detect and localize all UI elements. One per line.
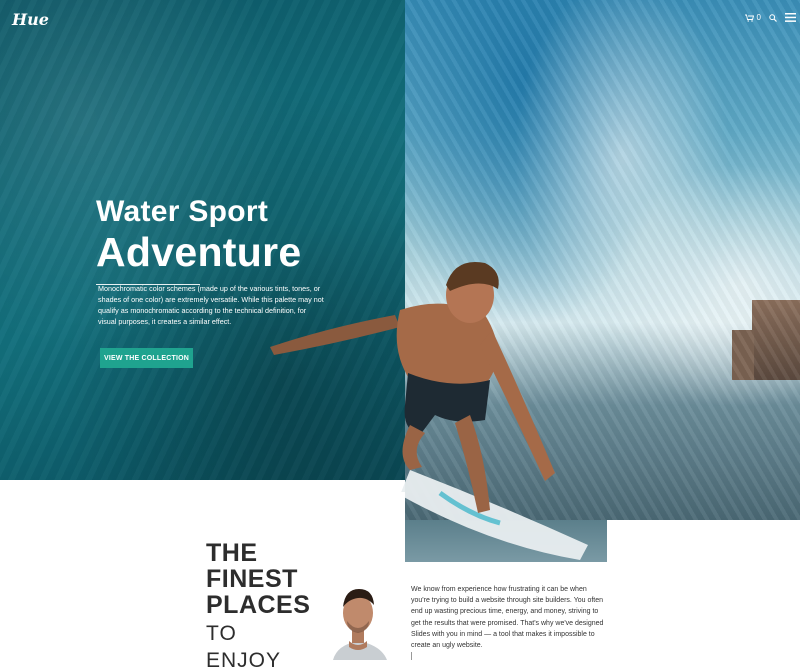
hamburger-menu-icon[interactable] xyxy=(785,13,796,22)
cart-button[interactable]: 0 xyxy=(744,13,761,22)
site-logo[interactable]: Hue xyxy=(12,10,49,29)
cart-icon xyxy=(744,14,754,22)
heading-line-the: THE xyxy=(206,539,258,567)
body-divider xyxy=(411,652,412,660)
portrait-image xyxy=(325,583,391,660)
heading-line-finest: FINEST xyxy=(206,565,298,593)
hero-title-line1: Water Sport xyxy=(96,195,269,228)
cart-count: 0 xyxy=(756,13,761,22)
content-panel-left xyxy=(0,492,203,660)
subheading-line-enjoy: ENJOY xyxy=(206,649,282,672)
section-body-text: We know from experience how frustrating … xyxy=(411,586,604,650)
hero-description: Monochromatic color schemes (made up of … xyxy=(98,284,324,326)
content-panel-edge xyxy=(0,480,203,492)
section-heading: THE FINEST PLACES TO ENJOY xyxy=(206,540,310,672)
heading-line-places: PLACES xyxy=(206,591,311,619)
header-actions: 0 xyxy=(744,13,796,22)
hero-heading: Water Sport Adventure xyxy=(96,196,336,285)
view-collection-button[interactable]: VIEW THE COLLECTION xyxy=(100,348,193,368)
search-icon[interactable] xyxy=(769,13,777,22)
subheading-line-to: TO xyxy=(206,622,237,645)
background-buildings xyxy=(732,300,800,380)
hero-title-line2: Adventure xyxy=(96,229,302,275)
